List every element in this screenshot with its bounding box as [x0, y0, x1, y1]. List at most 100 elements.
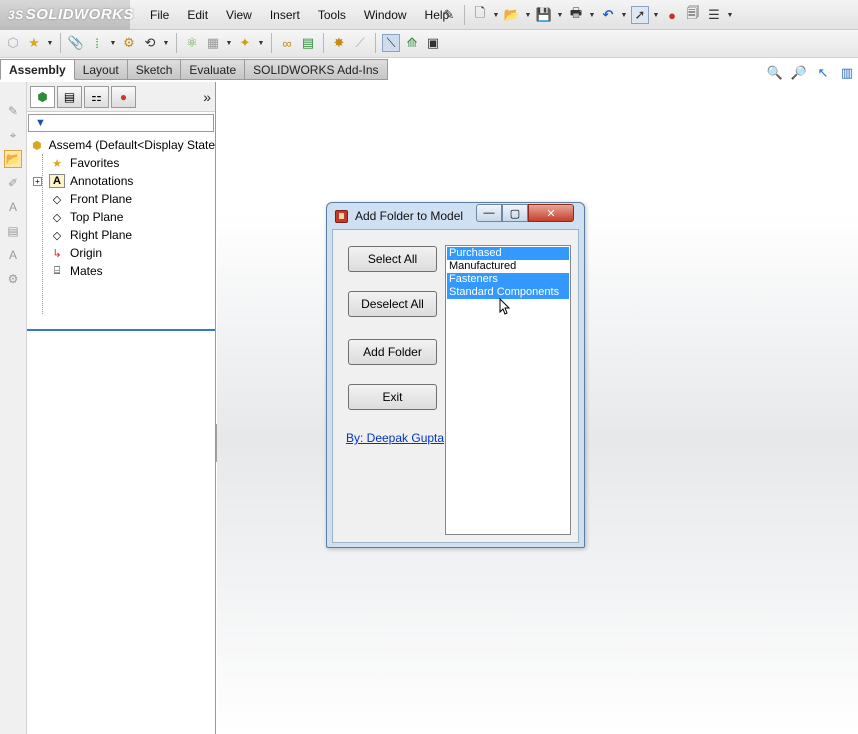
tree-item-mates[interactable]: ⌸ Mates: [27, 262, 215, 280]
tab-evaluate[interactable]: Evaluate: [181, 59, 246, 80]
chevron-down-icon[interactable]: ▼: [588, 12, 596, 19]
options-icon[interactable]: ☰: [705, 6, 723, 24]
exploded-view-icon[interactable]: ✸: [330, 34, 348, 52]
brand-name: SOLIDWORKS: [25, 6, 135, 23]
filter-icon[interactable]: ▼: [35, 117, 46, 129]
explode-line-sketch-icon[interactable]: ⟋: [351, 34, 369, 52]
list-item[interactable]: Purchased: [447, 247, 569, 260]
menu-tools[interactable]: Tools: [309, 0, 355, 30]
close-button[interactable]: ✕: [528, 204, 574, 222]
tab-solidworks-add-ins[interactable]: SOLIDWORKS Add-Ins: [245, 59, 388, 80]
chevron-down-icon[interactable]: ▼: [556, 12, 564, 19]
note-icon[interactable]: A: [4, 246, 22, 264]
select-pointer-icon[interactable]: ➚: [631, 6, 649, 24]
add-folder-button[interactable]: Add Folder: [348, 339, 437, 365]
tools-icon[interactable]: ⚙: [4, 270, 22, 288]
new-part-icon[interactable]: ★: [25, 34, 43, 52]
menu-window[interactable]: Window: [355, 0, 416, 30]
property-manager-tab[interactable]: ▤: [57, 85, 82, 108]
large-design-review-icon[interactable]: ▣: [424, 34, 442, 52]
move-component-icon[interactable]: ⟲: [141, 34, 159, 52]
chevron-down-icon[interactable]: ▼: [492, 12, 500, 19]
mate-icon[interactable]: 📎: [67, 34, 85, 52]
feature-manager-tab[interactable]: ⬢: [30, 85, 55, 108]
open-folder-icon[interactable]: 📂: [503, 6, 521, 24]
folder-listbox[interactable]: Purchased Manufactured Fasteners Standar…: [445, 245, 571, 535]
minimize-button[interactable]: —: [476, 204, 502, 222]
interference-detection-icon[interactable]: ⟍: [382, 34, 400, 52]
edit-component-icon[interactable]: ✐: [4, 174, 22, 192]
pin-icon[interactable]: ✎: [440, 6, 458, 24]
tree-item-origin[interactable]: ↳ Origin: [27, 244, 215, 262]
origin-icon: ↳: [52, 247, 62, 260]
zoom-to-area-icon[interactable]: 🔎: [790, 64, 808, 82]
separator: [271, 33, 272, 53]
drawing-icon[interactable]: ▤: [4, 222, 22, 240]
menu-file[interactable]: File: [141, 0, 178, 30]
sketch-icon[interactable]: ✎: [4, 102, 22, 120]
expand-tabs-icon[interactable]: »: [203, 89, 211, 105]
tree-item-annotations[interactable]: + A Annotations: [27, 172, 215, 190]
tab-sketch[interactable]: Sketch: [127, 59, 182, 80]
zoom-to-fit-icon[interactable]: 🔍: [766, 64, 784, 82]
tree-item-favorites[interactable]: ★ Favorites: [27, 154, 215, 172]
tab-assembly[interactable]: Assembly: [0, 59, 75, 80]
chevron-down-icon[interactable]: ▼: [620, 12, 628, 19]
rebuild-traffic-light-icon[interactable]: ●: [663, 6, 681, 24]
separator: [176, 33, 177, 53]
expand-icon[interactable]: +: [33, 176, 42, 186]
instant3d-icon[interactable]: ⟰: [403, 34, 421, 52]
configuration-manager-tab[interactable]: ⚏: [84, 85, 109, 108]
mates-icon: ⌸: [53, 264, 61, 277]
annotation-icon[interactable]: A: [4, 198, 22, 216]
show-hidden-components-icon[interactable]: ⚛: [183, 34, 201, 52]
section-view-icon[interactable]: ▥: [838, 64, 856, 82]
insert-components-icon[interactable]: ⬡: [4, 34, 22, 52]
rollback-bar[interactable]: [27, 329, 215, 331]
tree-filter[interactable]: ▼: [28, 114, 214, 132]
new-motion-study-icon[interactable]: ∞: [278, 34, 296, 52]
menu-edit[interactable]: Edit: [178, 0, 217, 30]
deselect-all-button[interactable]: Deselect All: [348, 291, 437, 317]
list-item[interactable]: Fasteners: [447, 273, 569, 286]
menu-bar: 3S SOLIDWORKS File Edit View Insert Tools…: [0, 0, 858, 30]
tree-item-front-plane[interactable]: ◇ Front Plane: [27, 190, 215, 208]
file-properties-icon[interactable]: 🗐: [684, 5, 702, 24]
appearance-manager-tab[interactable]: ●: [111, 85, 136, 108]
tree-item-right-plane[interactable]: ◇ Right Plane: [27, 226, 215, 244]
plane-icon: ◇: [52, 193, 62, 206]
tree-root-assembly[interactable]: ⬢ Assem4 (Default<Display State: [27, 136, 215, 154]
save-icon[interactable]: 💾: [535, 6, 553, 24]
chevron-down-icon[interactable]: ▼: [46, 40, 54, 47]
tree-item-top-plane[interactable]: ◇ Top Plane: [27, 208, 215, 226]
exit-button[interactable]: Exit: [348, 384, 437, 410]
chevron-down-icon[interactable]: ▼: [652, 12, 660, 19]
smart-dimension-icon[interactable]: ⌖: [4, 126, 22, 144]
smart-fasteners-icon[interactable]: ⚙: [120, 34, 138, 52]
chevron-down-icon[interactable]: ▼: [524, 12, 532, 19]
undo-icon[interactable]: ↶: [599, 6, 617, 24]
assembly-folder-icon[interactable]: 📂: [4, 150, 22, 168]
new-document-icon[interactable]: 🗋: [471, 5, 489, 24]
reference-geometry-icon[interactable]: ✦: [236, 34, 254, 52]
dialog-titlebar[interactable]: Add Folder to Model — ▢ ✕: [327, 203, 584, 229]
tab-layout[interactable]: Layout: [74, 59, 128, 80]
menu-view[interactable]: View: [217, 0, 261, 30]
separator: [323, 33, 324, 53]
print-icon[interactable]: 🖶: [567, 5, 585, 24]
author-link[interactable]: By: Deepak Gupta: [346, 431, 444, 445]
select-all-button[interactable]: Select All: [348, 246, 437, 272]
chevron-down-icon[interactable]: ▼: [726, 12, 734, 19]
list-item[interactable]: Manufactured: [447, 260, 569, 273]
chevron-down-icon[interactable]: ▼: [257, 40, 265, 47]
previous-view-icon[interactable]: ↖: [814, 64, 832, 82]
assembly-features-icon[interactable]: ▦: [204, 34, 222, 52]
menu-insert[interactable]: Insert: [261, 0, 309, 30]
bill-of-materials-icon[interactable]: ▤: [299, 34, 317, 52]
linear-pattern-icon[interactable]: ⁞: [88, 34, 106, 52]
chevron-down-icon[interactable]: ▼: [225, 40, 233, 47]
chevron-down-icon[interactable]: ▼: [162, 40, 170, 47]
solidworks-logo[interactable]: 3S SOLIDWORKS: [0, 0, 134, 30]
maximize-button[interactable]: ▢: [502, 204, 528, 222]
chevron-down-icon[interactable]: ▼: [109, 40, 117, 47]
